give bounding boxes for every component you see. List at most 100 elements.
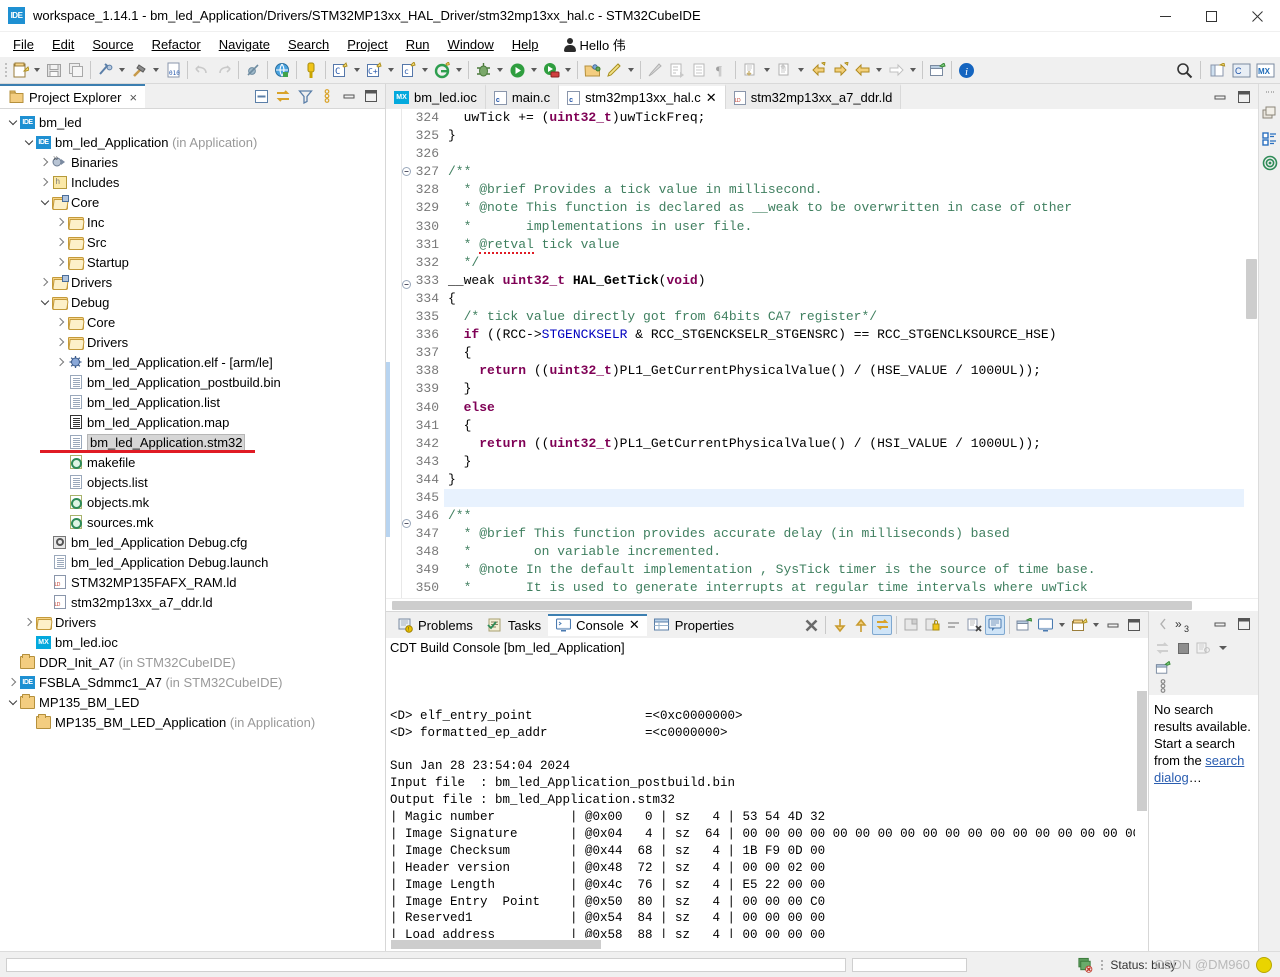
code-line[interactable]: * @brief This function provides accurate… <box>444 525 1244 543</box>
new-cpp-dropdown-icon[interactable] <box>385 59 397 81</box>
run-external-tools-icon[interactable] <box>540 59 562 81</box>
code-line[interactable]: /* tick value directly got from 64bits C… <box>444 308 1244 326</box>
expand-arrow-icon[interactable] <box>54 352 67 372</box>
tree-item-bm-led-application-list[interactable]: bm_led_Application.list <box>0 392 385 412</box>
code-line[interactable]: * @retval tick value <box>444 236 1244 254</box>
project-tree[interactable]: IDE bm_led IDE bm_led_Application (in Appli… <box>0 109 385 951</box>
build-error-indicator-icon[interactable] <box>1077 957 1093 973</box>
menu-edit[interactable]: Edit <box>43 34 83 55</box>
pin-console-icon[interactable] <box>1014 615 1034 635</box>
debug-dropdown-icon[interactable] <box>494 59 506 81</box>
fold-toggle-icon[interactable] <box>402 519 414 537</box>
hammer-dropdown-icon[interactable] <box>150 59 162 81</box>
debug-icon[interactable] <box>472 59 494 81</box>
new-file-dropdown-icon[interactable] <box>31 59 43 81</box>
tree-item-mp135-bm-led[interactable]: MP135_BM_LED <box>0 692 385 712</box>
show-whitespace-icon[interactable] <box>688 59 710 81</box>
maximize-view-icon[interactable] <box>363 88 379 104</box>
run-dropdown-icon[interactable] <box>528 59 540 81</box>
expand-arrow-icon[interactable] <box>54 312 67 332</box>
code-line[interactable]: if ((RCC->STGENCKSELR & RCC_STGENCKSELR_… <box>444 326 1244 344</box>
new-git-project-icon[interactable] <box>431 59 453 81</box>
tree-item-bm-led-application-debug-cfg[interactable]: bm_led_Application Debug.cfg <box>0 532 385 552</box>
code-line[interactable]: */ <box>444 254 1244 272</box>
perspective-cdt-icon[interactable]: C <box>1230 59 1252 81</box>
back-dropdown-icon[interactable] <box>873 59 885 81</box>
console-tab-console[interactable]: Console ✕ <box>548 614 647 636</box>
next-annotation-dropdown-icon[interactable] <box>761 59 773 81</box>
tree-item-binaries[interactable]: 10 Binaries <box>0 152 385 172</box>
tree-item-src[interactable]: Src <box>0 232 385 252</box>
code-line[interactable]: return ((uint32_t)PL1_GetCurrentPhysical… <box>444 362 1244 380</box>
console-vertical-scrollbar[interactable] <box>1135 657 1148 938</box>
tree-item-stm32mp135fafx-ram-ld[interactable]: STM32MP135FAFX_RAM.ld <box>0 572 385 592</box>
expand-arrow-icon[interactable] <box>54 232 67 252</box>
tree-item-fsbla-sdmmc1-a7[interactable]: IDE FSBLA_Sdmmc1_A7 (in STM32CubeIDE) <box>0 672 385 692</box>
undo-icon[interactable] <box>191 59 213 81</box>
expand-arrow-icon[interactable] <box>38 152 51 172</box>
collapse-arrow-icon[interactable] <box>22 132 35 152</box>
clear-all-icon[interactable] <box>964 615 984 635</box>
code-line[interactable]: __weak uint32_t HAL_GetTick(void) <box>444 272 1244 290</box>
menu-source[interactable]: Source <box>83 34 142 55</box>
tree-item-makefile[interactable]: makefile <box>0 452 385 472</box>
perspective-mx-icon[interactable]: MX <box>1254 59 1276 81</box>
menu-window[interactable]: Window <box>439 34 503 55</box>
tree-item-inc[interactable]: Inc <box>0 212 385 232</box>
collapse-arrow-icon[interactable] <box>6 112 19 132</box>
tab-project-explorer[interactable]: Project Explorer × <box>0 84 146 108</box>
tree-item-drivers[interactable]: Drivers <box>0 272 385 292</box>
new-console-dropdown-icon[interactable] <box>1090 614 1102 636</box>
expand-arrow-icon[interactable] <box>54 332 67 352</box>
tree-item-startup[interactable]: Startup <box>0 252 385 272</box>
new-console-icon[interactable] <box>1069 615 1089 635</box>
tree-item-bm-led-application-postbuild-bin[interactable]: bm_led_Application_postbuild.bin <box>0 372 385 392</box>
hammer-build-icon[interactable] <box>128 59 150 81</box>
tree-item-sources-mk[interactable]: sources.mk <box>0 512 385 532</box>
open-perspective-icon[interactable] <box>1206 59 1228 81</box>
editor-vscroll-thumb[interactable] <box>1246 259 1257 319</box>
minimize-view-icon[interactable] <box>341 88 357 104</box>
close-project-explorer-icon[interactable]: × <box>129 90 137 105</box>
fast-view-grip[interactable] <box>1266 88 1273 96</box>
new-c-project-icon[interactable]: C <box>329 59 351 81</box>
new-cpp-project-icon[interactable]: C+ <box>363 59 385 81</box>
run-icon[interactable] <box>506 59 528 81</box>
code-line[interactable]: } <box>444 380 1244 398</box>
tree-item-core[interactable]: Core <box>0 192 385 212</box>
rerun-search-icon[interactable] <box>1155 640 1171 656</box>
view-menu-icon[interactable] <box>319 88 335 104</box>
tree-item-drivers[interactable]: Drivers <box>0 612 385 632</box>
code-editor[interactable]: 324 325 326 327 328 329 330 331 332 333 334 335 336 3… <box>386 109 1258 598</box>
more-tabs-chevron-icon[interactable]: » 3 <box>1175 617 1189 634</box>
skip-breakpoints-icon[interactable] <box>242 59 264 81</box>
save-console-icon[interactable] <box>901 615 921 635</box>
tree-item-objects-list[interactable]: objects.list <box>0 472 385 492</box>
show-console-on-output-icon[interactable] <box>985 615 1005 635</box>
collapse-arrow-icon[interactable] <box>38 292 51 312</box>
new-class-dropdown-icon[interactable] <box>419 59 431 81</box>
display-console-dropdown-icon[interactable] <box>1056 614 1068 636</box>
filter-icon[interactable] <box>297 88 313 104</box>
last-edit-location-icon[interactable] <box>807 59 829 81</box>
new-window-icon[interactable] <box>926 59 948 81</box>
editor-tab-stm32mp13xx-hal-c[interactable]: stm32mp13xx_hal.c ✕ <box>559 84 726 109</box>
close-tab-icon[interactable]: ✕ <box>706 90 717 106</box>
code-line[interactable]: } <box>444 471 1244 489</box>
tree-item-bm-led-application-map[interactable]: bm_led_Application.map <box>0 412 385 432</box>
fold-toggle-icon[interactable] <box>402 167 414 185</box>
code-line[interactable] <box>444 145 1244 163</box>
source-code[interactable]: uwTick += (uint32_t)uwTickFreq;} /** * @… <box>444 109 1244 598</box>
expand-arrow-icon[interactable] <box>22 612 35 632</box>
code-line[interactable]: * on variable incremented. <box>444 543 1244 561</box>
tree-item-drivers[interactable]: Drivers <box>0 332 385 352</box>
search-view-menu-icon[interactable] <box>1155 678 1171 694</box>
tree-item-stm32mp13xx-a7-ddr-ld[interactable]: stm32mp13xx_a7_ddr.ld <box>0 592 385 612</box>
marker-ruler[interactable] <box>386 109 402 598</box>
menu-help[interactable]: Help <box>503 34 548 55</box>
maximize-button[interactable] <box>1188 0 1234 32</box>
new-class-icon[interactable]: c <box>397 59 419 81</box>
minimize-search-view-icon[interactable] <box>1212 616 1228 632</box>
user-account-menu[interactable]: Hello 伟 <box>556 32 634 57</box>
word-wrap-icon[interactable] <box>943 615 963 635</box>
